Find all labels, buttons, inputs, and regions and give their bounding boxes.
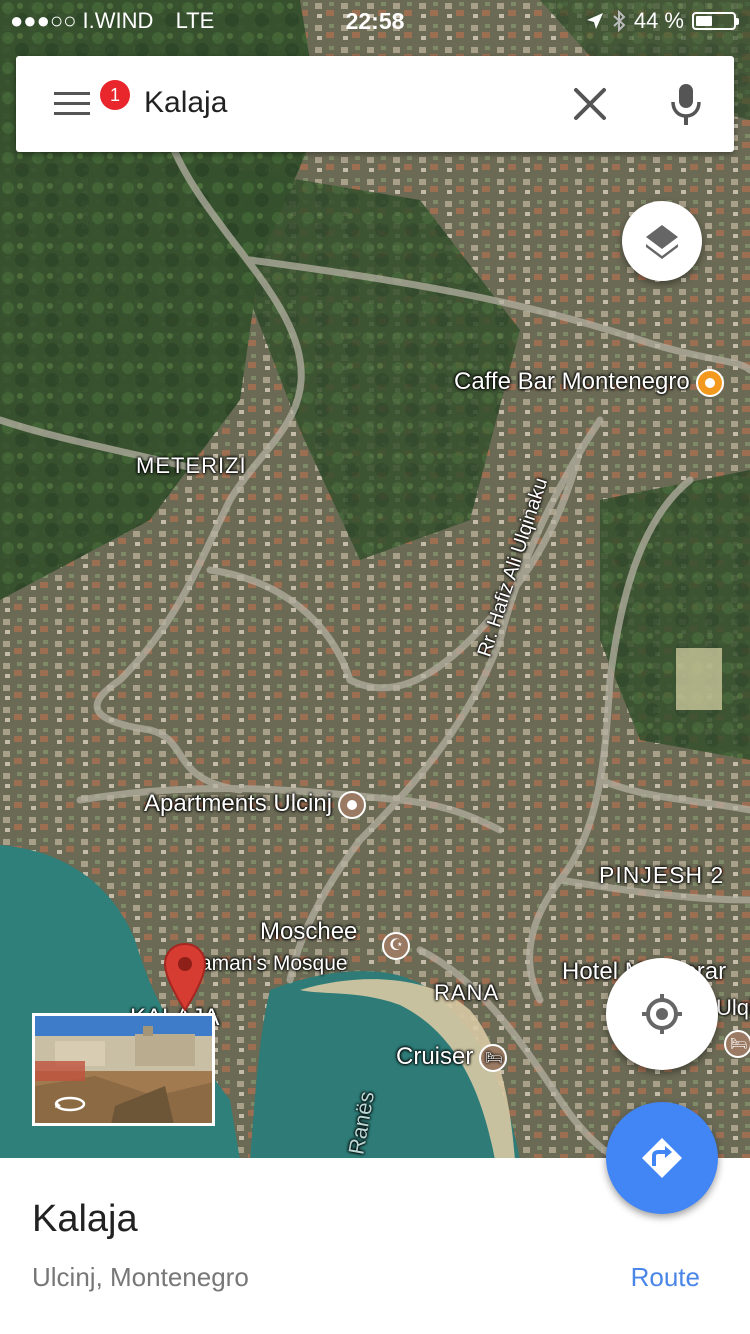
- street-view-thumbnail[interactable]: [32, 1013, 215, 1126]
- status-right: 44 %: [586, 8, 739, 34]
- microphone-icon[interactable]: [664, 80, 708, 128]
- area-label-meterizi: METERIZI: [136, 453, 247, 478]
- poi-apartments[interactable]: Apartments Ulcinj: [144, 790, 367, 819]
- area-label-pinjesh: PINJESH 2: [599, 862, 725, 888]
- layers-icon: [646, 225, 678, 259]
- place-label-ulcinj: Ulqin: [716, 995, 750, 1020]
- bluetooth-icon: [613, 10, 626, 32]
- hotel-icon: 🛏: [479, 1043, 508, 1072]
- battery-level: [696, 16, 712, 26]
- crosshair-icon: [642, 994, 682, 1034]
- poi-mosque[interactable]: ☪: [382, 932, 410, 960]
- directions-icon: [642, 1138, 682, 1178]
- battery-icon: [692, 12, 739, 30]
- place-icon: [338, 790, 367, 819]
- area-label-rana: RANA: [434, 980, 500, 1005]
- notification-badge: 1: [100, 80, 130, 110]
- directions-button[interactable]: [606, 1102, 718, 1214]
- place-name: Kalaja: [32, 1198, 138, 1240]
- search-bar[interactable]: 1 Kalaja: [16, 56, 734, 152]
- mosque-icon: ☪: [382, 932, 410, 960]
- cafe-icon: [695, 368, 724, 397]
- place-location: Ulcinj, Montenegro: [32, 1262, 249, 1292]
- search-query[interactable]: Kalaja: [144, 86, 227, 120]
- layers-button[interactable]: [622, 201, 702, 281]
- battery-percent: 44 %: [633, 8, 684, 33]
- status-bar: ●●●○○ I.WIND LTE 22:58 44 %: [0, 0, 750, 40]
- poi-label: Caffe Bar Montenegro: [454, 368, 690, 395]
- route-link[interactable]: Route: [631, 1262, 700, 1293]
- poi-moschee-label: Moschee: [260, 918, 358, 945]
- poi-mosque-label: aman's Mosque: [200, 952, 348, 975]
- poi-label: Apartments Ulcinj: [144, 790, 333, 817]
- hotel-icon[interactable]: 🛏: [724, 1030, 750, 1058]
- poi-label: Cruiser: [396, 1043, 474, 1070]
- my-location-button[interactable]: [606, 958, 718, 1070]
- clear-search-icon[interactable]: [568, 82, 612, 126]
- poi-cruiser[interactable]: Cruiser 🛏: [396, 1043, 508, 1072]
- location-arrow-icon: [586, 13, 603, 29]
- rotate-360-icon: [54, 1096, 86, 1112]
- poi-caffe-bar[interactable]: Caffe Bar Montenegro: [454, 368, 724, 397]
- menu-button[interactable]: 1: [50, 80, 130, 124]
- location-pin-icon[interactable]: [162, 942, 208, 1012]
